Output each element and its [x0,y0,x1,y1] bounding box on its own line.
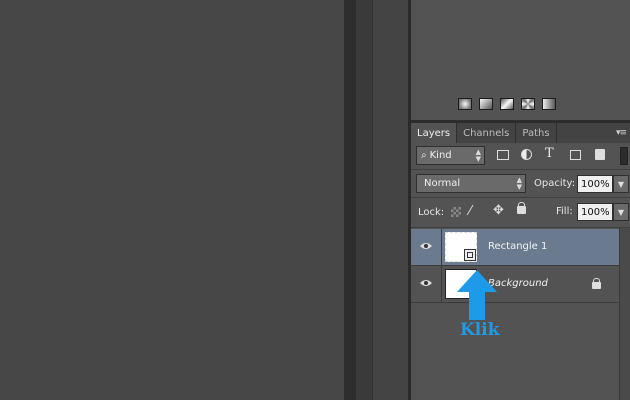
shape-filter-icon[interactable] [570,150,581,160]
gradient-type-group [458,98,556,112]
annotation-label: Klik [460,320,500,340]
opacity-label: Opacity: [534,178,576,189]
row-divider [411,227,630,228]
panel-dock-strip [356,0,372,400]
image-filter-icon[interactable] [497,150,509,160]
lock-position-icon[interactable]: ✥ [493,203,504,218]
visibility-divider [441,229,442,265]
adjustment-filter-icon[interactable] [521,149,532,160]
spinner-icon: ▲ ▼ [475,148,481,163]
lock-shackle [593,278,600,283]
fill-dropdown-icon[interactable]: ▼ [613,203,629,221]
gradient-linear-icon[interactable] [479,98,493,110]
blend-mode-select[interactable]: Normal ▲ ▼ [416,174,526,193]
row-divider [411,197,630,198]
layer-row-rectangle[interactable]: Rectangle 1 [411,229,619,266]
layer-row-background[interactable]: Background [411,266,619,303]
type-filter-icon[interactable]: T [545,146,554,161]
fill-input[interactable]: 100% [577,203,613,221]
filter-kind-label: Kind [429,150,452,161]
arrow-up-icon [457,270,497,320]
layer-name[interactable]: Rectangle 1 [488,241,547,252]
canvas-gutter [344,0,356,400]
opacity-input[interactable]: 100% [577,175,613,193]
gradient-reflected-icon[interactable] [500,98,514,110]
gradient-angle-icon[interactable] [542,98,556,110]
shape-layer-badge-icon [464,249,476,261]
search-icon: ⌕ [421,150,427,161]
collapsed-panel-column [372,0,409,400]
lock-icon [592,282,601,289]
lock-all-shackle [518,202,525,208]
opacity-dropdown-icon[interactable]: ▼ [613,175,629,193]
lock-pixels-icon[interactable]: ⁄ [469,204,471,219]
layers-scrollbar[interactable] [619,228,630,400]
eye-icon[interactable] [419,278,433,288]
blend-mode-value: Normal [424,178,461,189]
document-canvas[interactable] [0,0,344,400]
eye-icon[interactable] [419,241,433,251]
fill-label: Fill: [556,206,573,217]
spinner-icon: ▲ ▼ [516,176,522,191]
panel-tab-bar: Layers Channels Paths [411,123,630,143]
visibility-divider [441,266,442,302]
gradient-radial-icon[interactable] [458,98,472,110]
lock-label: Lock: [418,207,445,218]
smart-object-filter-icon[interactable] [595,149,605,160]
panel-menu-icon[interactable]: ▾≡ [616,128,627,138]
filter-toggle-switch[interactable] [620,147,628,165]
filter-kind-select[interactable]: ⌕ Kind ▲ ▼ [416,146,485,165]
lock-transparent-icon[interactable] [451,207,461,217]
tab-channels[interactable]: Channels [457,123,517,143]
tab-paths[interactable]: Paths [516,123,557,143]
tab-layers[interactable]: Layers [411,123,458,143]
gradient-diamond-icon[interactable] [521,98,535,110]
row-divider [411,169,630,170]
